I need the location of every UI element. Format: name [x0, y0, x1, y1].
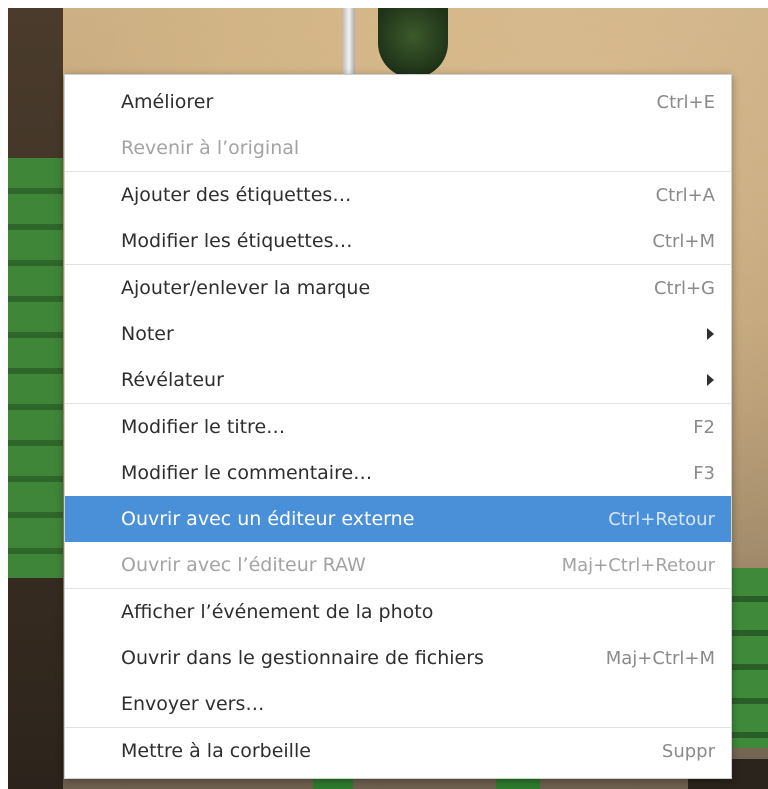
menu-item-0-0[interactable]: Améliorer Ctrl+E: [65, 79, 731, 125]
menu-item-label: Modifier les étiquettes…: [121, 230, 353, 252]
menu-item-label: Mettre à la corbeille: [121, 740, 311, 762]
menu-item-label: Noter: [121, 323, 174, 345]
menu-item-2-0[interactable]: Ajouter/enlever la marque Ctrl+G: [65, 265, 731, 311]
menu-item-label: Ouvrir avec l’éditeur RAW: [121, 554, 366, 576]
menu-item-label: Modifier le titre…: [121, 416, 286, 438]
menu-item-shortcut: F2: [693, 416, 715, 438]
menu-item-label: Ouvrir avec un éditeur externe: [121, 508, 415, 530]
menu-item-label: Modifier le commentaire…: [121, 462, 373, 484]
menu-item-shortcut: F3: [693, 462, 715, 484]
menu-item-label: Envoyer vers…: [121, 693, 265, 715]
menu-item-3-3: Ouvrir avec l’éditeur RAW Maj+Ctrl+Retour: [65, 542, 731, 588]
menu-item-4-1[interactable]: Ouvrir dans le gestionnaire de fichiers M…: [65, 635, 731, 681]
menu-item-4-0[interactable]: Afficher l’événement de la photo: [65, 589, 731, 635]
menu-item-0-1: Revenir à l’original: [65, 125, 731, 171]
photo-pole: [343, 8, 355, 78]
menu-item-shortcut: Ctrl+G: [653, 277, 715, 299]
menu-item-label: Ajouter des étiquettes…: [121, 184, 352, 206]
menu-item-label: Améliorer: [121, 91, 214, 113]
menu-item-label: Révélateur: [121, 369, 224, 391]
menu-item-2-2[interactable]: Révélateur: [65, 357, 731, 403]
menu-item-shortcut: Ctrl+M: [652, 230, 715, 252]
menu-item-5-0[interactable]: Mettre à la corbeille Suppr: [65, 728, 731, 774]
photo-bench-left: [8, 158, 63, 578]
menu-item-shortcut: Suppr: [661, 740, 715, 762]
menu-item-shortcut: Ctrl+Retour: [608, 508, 715, 530]
menu-item-shortcut: Maj+Ctrl+M: [605, 647, 715, 669]
menu-item-label: Ajouter/enlever la marque: [121, 277, 371, 299]
menu-item-shortcut: Maj+Ctrl+Retour: [561, 554, 715, 576]
menu-item-3-0[interactable]: Modifier le titre… F2: [65, 404, 731, 450]
menu-item-shortcut: Ctrl+A: [655, 184, 715, 206]
menu-item-label: Ouvrir dans le gestionnaire de fichiers: [121, 647, 484, 669]
menu-item-4-2[interactable]: Envoyer vers…: [65, 681, 731, 727]
menu-item-3-2[interactable]: Ouvrir avec un éditeur externe Ctrl+Retou…: [65, 496, 731, 542]
photo-bench-right: [728, 568, 768, 748]
menu-item-label: Revenir à l’original: [121, 137, 300, 159]
menu-item-shortcut: Ctrl+E: [656, 91, 715, 113]
menu-item-1-1[interactable]: Modifier les étiquettes… Ctrl+M: [65, 218, 731, 264]
menu-item-2-1[interactable]: Noter: [65, 311, 731, 357]
photo-plant: [378, 8, 448, 78]
context-menu: Améliorer Ctrl+E Revenir à l’original Ajout…: [64, 74, 732, 779]
menu-item-label: Afficher l’événement de la photo: [121, 601, 434, 623]
menu-item-3-1[interactable]: Modifier le commentaire… F3: [65, 450, 731, 496]
menu-item-1-0[interactable]: Ajouter des étiquettes… Ctrl+A: [65, 172, 731, 218]
submenu-arrow-icon: [705, 327, 715, 341]
submenu-arrow-icon: [705, 373, 715, 387]
